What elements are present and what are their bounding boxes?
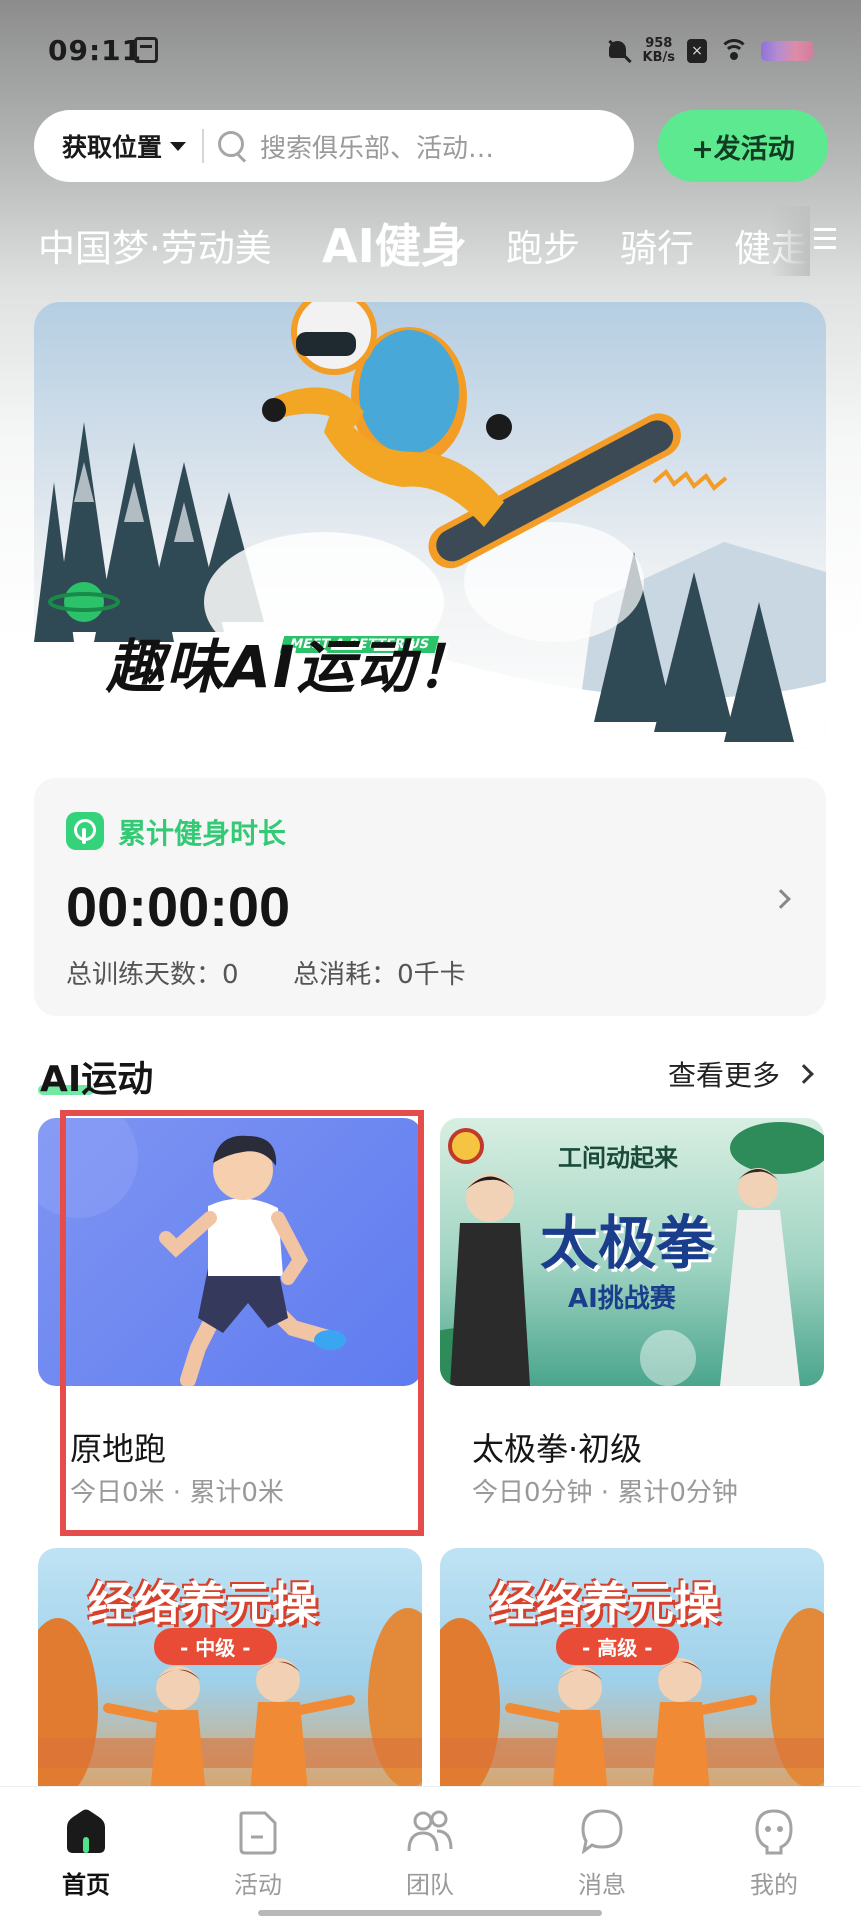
nav-home[interactable]: 首页 <box>26 1807 146 1900</box>
battery-icon <box>761 41 813 61</box>
nav-activity[interactable]: 活动 <box>198 1807 318 1900</box>
view-more-link[interactable]: 查看更多 <box>668 1054 814 1094</box>
nav-team[interactable]: 团队 <box>370 1807 490 1900</box>
nav-label: 活动 <box>234 1871 282 1899</box>
calories-label: 总消耗： <box>293 960 398 990</box>
calories-value: 0千卡 <box>397 960 466 990</box>
card-thumbnail: 经络养元操 - 高级 - <box>440 1548 824 1816</box>
fitness-time-icon <box>66 812 104 850</box>
network-speed-unit: KB/s <box>642 50 675 65</box>
no-sim-icon: × <box>687 39 707 63</box>
notification-app-icon <box>134 37 158 63</box>
category-tabs: 中国梦·劳动美 AI健身 跑步 骑行 健走 <box>0 206 861 276</box>
tab-cycling[interactable]: 骑行 <box>620 218 694 272</box>
stats-title: 累计健身时长 <box>118 817 287 850</box>
tab-labor[interactable]: 中国梦·劳动美 <box>38 218 272 272</box>
exercise-card-meridian-advanced[interactable]: 经络养元操 - 高级 - <box>440 1548 824 1816</box>
status-icons: 958 KB/s × <box>605 34 813 68</box>
total-duration: 00:00:00 <box>66 875 291 938</box>
network-speed-value: 958 <box>645 36 673 51</box>
search-bar[interactable]: 获取位置 搜索俱乐部、活动… <box>34 110 634 182</box>
status-time: 09:11 <box>48 34 143 67</box>
fitness-stats-card[interactable]: 累计健身时长 00:00:00 总训练天数：0 总消耗：0千卡 <box>34 778 826 1016</box>
thumb-title: 经络养元操 <box>490 1577 720 1631</box>
tabs-menu-icon[interactable] <box>814 228 836 250</box>
nav-profile[interactable]: 我的 <box>714 1807 834 1900</box>
nav-label: 首页 <box>62 1871 110 1899</box>
card-stats: 今日0分钟 · 累计0分钟 <box>472 1478 738 1508</box>
card-thumbnail: 工间动起来 太极拳 AI挑战赛 <box>440 1118 824 1386</box>
status-bar: 09:11 958 KB/s × <box>0 0 861 100</box>
training-days-value: 0 <box>222 960 239 990</box>
team-icon <box>407 1807 453 1855</box>
chevron-right-icon <box>794 1064 814 1084</box>
home-icon <box>63 1807 109 1855</box>
stats-summary: 总训练天数：0 总消耗：0千卡 <box>66 954 466 991</box>
thumb-subtitle: AI挑战赛 <box>568 1284 676 1314</box>
message-icon <box>579 1807 625 1855</box>
thumb-title: 太极拳 <box>540 1209 715 1277</box>
card-title: 太极拳·初级 <box>472 1430 643 1468</box>
home-indicator[interactable] <box>258 1910 602 1916</box>
exercise-card-tai-chi-beginner[interactable]: 工间动起来 太极拳 AI挑战赛 太极拳·初级 今日0分钟 · 累计0分钟 <box>440 1118 824 1518</box>
card-thumbnail: 经络养元操 - 中级 - <box>38 1548 422 1816</box>
exercise-card-meridian-intermediate[interactable]: 经络养元操 - 中级 - <box>38 1548 422 1816</box>
selection-highlight <box>60 1110 424 1536</box>
tab-ai-fitness[interactable]: AI健身 <box>322 210 467 276</box>
profile-icon <box>751 1807 797 1855</box>
caret-down-icon <box>170 141 187 151</box>
nav-messages[interactable]: 消息 <box>542 1807 662 1900</box>
promo-banner[interactable]: MEET A BETTER US 趣味AI运动！ <box>34 302 826 748</box>
thumb-banner-text: 工间动起来 <box>558 1144 678 1172</box>
section-title: AI运动 <box>40 1059 154 1100</box>
training-days-label: 总训练天数： <box>66 960 223 990</box>
mute-bell-icon <box>605 38 631 64</box>
view-more-label: 查看更多 <box>668 1059 781 1092</box>
thumb-level: - 高级 - <box>556 1628 679 1665</box>
nav-label: 消息 <box>578 1871 626 1899</box>
location-label: 获取位置 <box>62 133 163 162</box>
network-speed: 958 KB/s <box>643 37 675 65</box>
search-input[interactable]: 搜索俱乐部、活动… <box>260 128 520 165</box>
banner-title: 趣味AI运动！ <box>106 633 477 701</box>
app-screen: 09:11 958 KB/s × 获取位置 搜索俱乐部、活动… +发活动 中国梦… <box>0 0 861 1920</box>
post-activity-button[interactable]: +发活动 <box>658 110 828 182</box>
tabs-fade <box>770 206 810 276</box>
nav-label: 团队 <box>406 1871 454 1899</box>
nav-label: 我的 <box>750 1871 798 1899</box>
wifi-icon <box>719 39 749 63</box>
bottom-navigation: 首页 活动 团队 消息 我的 <box>0 1786 861 1920</box>
thumb-title: 经络养元操 <box>88 1577 318 1631</box>
search-divider <box>202 129 205 163</box>
location-selector[interactable]: 获取位置 <box>34 110 187 182</box>
tab-running[interactable]: 跑步 <box>506 218 580 272</box>
thumb-level: - 中级 - <box>154 1628 277 1665</box>
search-icon <box>218 131 248 161</box>
activity-icon <box>235 1807 281 1855</box>
chevron-right-icon <box>771 889 791 909</box>
